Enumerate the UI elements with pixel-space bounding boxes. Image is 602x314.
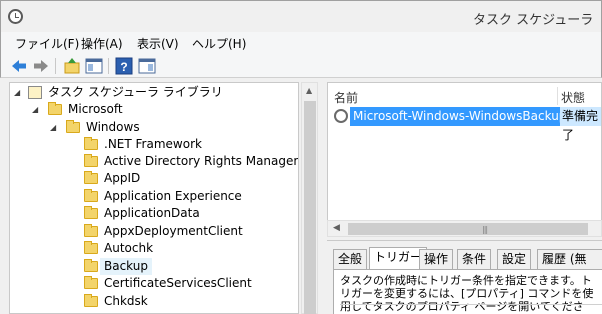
tree-item-label: AppID: [104, 171, 141, 185]
triggers-table-header: [340, 304, 602, 314]
tree-vertical-scrollbar[interactable]: ▲: [301, 82, 318, 314]
show-action-pane-icon[interactable]: [138, 57, 156, 75]
folder-icon: [66, 120, 80, 133]
triggers-tab-content: タスクの作成時にトリガー条件を指定できます。トリガーを変更するには、[プロパティ…: [333, 269, 602, 314]
folder-icon: [84, 276, 98, 289]
folder-icon: [84, 154, 98, 167]
folder-icon: [84, 259, 98, 272]
tree-item-label: AppxDeploymentClient: [104, 224, 243, 238]
console-tree-icon[interactable]: [85, 57, 103, 75]
tab-settings[interactable]: 設定: [497, 249, 532, 269]
task-scheduler-clock-icon[interactable]: [8, 9, 23, 24]
toolbar-separator: [55, 58, 56, 74]
toolbar: ?: [0, 54, 602, 78]
tab-general[interactable]: 全般: [333, 249, 368, 269]
toolbar-separator: [108, 58, 109, 74]
library-icon: [28, 86, 42, 99]
tab-history[interactable]: 履歴 (無効): [537, 249, 602, 284]
detail-tabs: 全般 トリガー 操作 条件 設定 履歴 (無効): [333, 247, 602, 284]
forward-arrow-icon[interactable]: [32, 57, 50, 75]
collapse-arrow-icon[interactable]: ◢: [32, 101, 42, 118]
tab-actions[interactable]: 操作: [419, 249, 454, 269]
up-folder-icon[interactable]: [63, 57, 81, 75]
title-bar: タスク スケジューラ: [0, 0, 602, 32]
tree-item-label: Autochk: [104, 241, 154, 255]
task-name[interactable]: Microsoft-Windows-WindowsBackup: [350, 107, 570, 126]
column-header-name[interactable]: 名前: [334, 89, 358, 106]
menu-bar: ファイル(F) 操作(A) 表示(V) ヘルプ(H): [0, 32, 602, 54]
task-details-pane: 全般 トリガー 操作 条件 設定 履歴 (無効) タスクの作成時にトリガー条件を…: [327, 240, 602, 314]
task-list[interactable]: 名前 状態 Microsoft-Windows-WindowsBackup 準備…: [327, 82, 602, 234]
folder-icon: [84, 241, 98, 254]
tree-item-label: Microsoft: [68, 102, 123, 116]
menu-action[interactable]: 操作(A): [81, 35, 123, 52]
collapse-arrow-icon[interactable]: ◢: [50, 119, 60, 136]
tree-item-label: ApplicationData: [104, 206, 200, 220]
scroll-left-arrow-icon[interactable]: ◀: [333, 223, 340, 233]
tree-item-label: タスク スケジューラ ライブラリ: [48, 85, 223, 99]
column-header-status[interactable]: 状態: [561, 89, 585, 106]
scroll-up-arrow-icon[interactable]: ▲: [306, 86, 312, 95]
tree-item-label: CertificateServicesClient: [104, 276, 252, 290]
folder-icon: [48, 102, 62, 115]
folder-icon: [84, 171, 98, 184]
task-row[interactable]: Microsoft-Windows-WindowsBackup 準備完了: [334, 107, 601, 142]
menu-help[interactable]: ヘルプ(H): [192, 35, 246, 52]
collapse-arrow-icon[interactable]: ◢: [14, 84, 24, 101]
tree-item-label: Windows: [86, 120, 140, 134]
tree-item-label: Application Experience: [104, 189, 242, 203]
help-icon[interactable]: ?: [115, 57, 133, 75]
folder-icon: [84, 224, 98, 237]
scrollbar-thumb[interactable]: |||: [348, 223, 588, 235]
folder-icon: [84, 206, 98, 219]
window-title: タスク スケジューラ: [473, 13, 594, 28]
task-status[interactable]: 準備完了: [560, 107, 601, 142]
task-clock-icon: [334, 109, 348, 123]
menu-view[interactable]: 表示(V): [137, 35, 179, 52]
svg-text:?: ?: [120, 60, 127, 74]
folder-icon: [84, 189, 98, 202]
tree-item-label: Backup: [100, 258, 152, 275]
task-list-horizontal-scrollbar[interactable]: ◀ |||: [327, 220, 602, 237]
back-arrow-icon[interactable]: [10, 57, 28, 75]
grip-icon: |||: [482, 225, 488, 234]
tree-item-label: .NET Framework: [104, 137, 202, 151]
tree-item-label: Active Directory Rights Managemen: [104, 154, 299, 168]
folder-icon: [84, 137, 98, 150]
scrollbar-thumb[interactable]: [304, 101, 316, 314]
column-separator[interactable]: [557, 87, 558, 105]
menu-file[interactable]: ファイル(F): [15, 35, 79, 52]
console-tree[interactable]: ◢ タスク スケジューラ ライブラリ ◢ Microsoft ◢ Windows…: [9, 82, 299, 314]
folder-icon: [84, 294, 98, 307]
tab-conditions[interactable]: 条件: [457, 249, 492, 269]
tree-item-label: Chkdsk: [104, 294, 148, 308]
